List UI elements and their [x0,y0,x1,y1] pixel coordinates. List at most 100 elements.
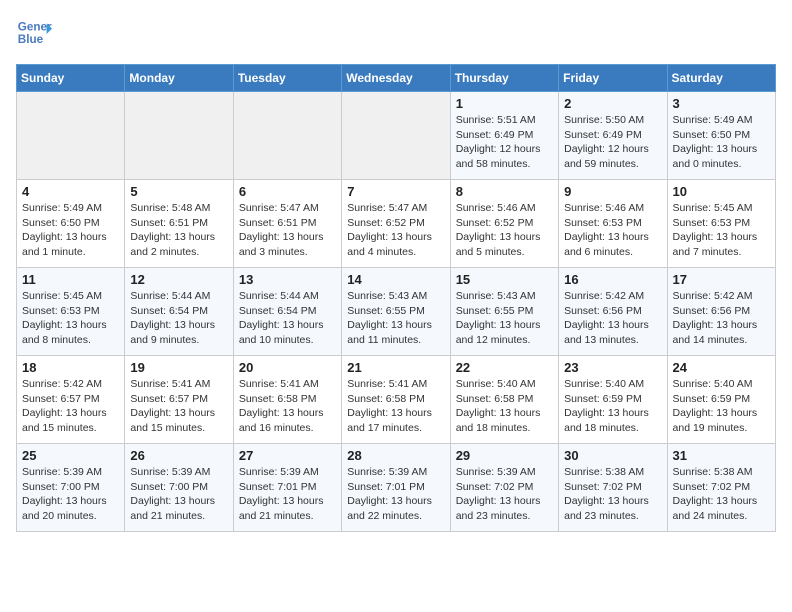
calendar-cell: 15 Sunrise: 5:43 AM Sunset: 6:55 PM Dayli… [450,268,558,356]
day-detail: Sunrise: 5:41 AM Sunset: 6:58 PM Dayligh… [239,377,336,436]
calendar-cell: 24Sunrise: 5:40 AM Sunset: 6:59 PM Dayli… [667,356,775,444]
day-number: 30 [564,448,661,463]
day-number: 27 [239,448,336,463]
day-detail: Sunrise: 5:43 AM Sunset: 6:55 PM Dayligh… [347,289,444,348]
calendar-table: SundayMondayTuesdayWednesdayThursdayFrid… [16,64,776,532]
calendar-cell: 16 Sunrise: 5:42 AM Sunset: 6:56 PM Dayli… [559,268,667,356]
day-number: 6 [239,184,336,199]
day-detail: Sunrise: 5:39 AM Sunset: 7:01 PM Dayligh… [347,465,444,524]
svg-text:Blue: Blue [18,33,44,46]
day-number: 18 [22,360,119,375]
day-number: 29 [456,448,553,463]
calendar-week-3: 11 Sunrise: 5:45 AM Sunset: 6:53 PM Dayli… [17,268,776,356]
day-number: 19 [130,360,227,375]
day-number: 25 [22,448,119,463]
calendar-cell: 12Sunrise: 5:44 AM Sunset: 6:54 PM Dayli… [125,268,233,356]
calendar-cell: 18 Sunrise: 5:42 AM Sunset: 6:57 PM Dayli… [17,356,125,444]
day-detail: Sunrise: 5:46 AM Sunset: 6:53 PM Dayligh… [564,201,661,260]
day-number: 22 [456,360,553,375]
day-number: 15 [456,272,553,287]
day-detail: Sunrise: 5:44 AM Sunset: 6:54 PM Dayligh… [130,289,227,348]
day-number: 26 [130,448,227,463]
calendar-cell: 5 Sunrise: 5:48 AM Sunset: 6:51 PM Daylig… [125,180,233,268]
calendar-cell: 22 Sunrise: 5:40 AM Sunset: 6:58 PM Dayli… [450,356,558,444]
day-number: 28 [347,448,444,463]
day-header-tuesday: Tuesday [233,65,341,92]
logo: General Blue [16,16,52,52]
day-header-sunday: Sunday [17,65,125,92]
day-detail: Sunrise: 5:38 AM Sunset: 7:02 PM Dayligh… [673,465,770,524]
calendar-cell [125,92,233,180]
calendar-cell: 25Sunrise: 5:39 AM Sunset: 7:00 PM Dayli… [17,444,125,532]
calendar-cell: 3 Sunrise: 5:49 AM Sunset: 6:50 PM Daylig… [667,92,775,180]
calendar-cell: 19 Sunrise: 5:41 AM Sunset: 6:57 PM Dayli… [125,356,233,444]
day-number: 14 [347,272,444,287]
day-number: 17 [673,272,770,287]
calendar-cell: 1 Sunrise: 5:51 AM Sunset: 6:49 PM Daylig… [450,92,558,180]
calendar-cell: 30 Sunrise: 5:38 AM Sunset: 7:02 PM Dayli… [559,444,667,532]
calendar-cell: 26 Sunrise: 5:39 AM Sunset: 7:00 PM Dayli… [125,444,233,532]
calendar-cell: 4 Sunrise: 5:49 AM Sunset: 6:50 PM Daylig… [17,180,125,268]
calendar-cell: 8 Sunrise: 5:46 AM Sunset: 6:52 PM Daylig… [450,180,558,268]
calendar-cell: 10 Sunrise: 5:45 AM Sunset: 6:53 PM Dayli… [667,180,775,268]
day-number: 7 [347,184,444,199]
day-header-thursday: Thursday [450,65,558,92]
day-detail: Sunrise: 5:47 AM Sunset: 6:52 PM Dayligh… [347,201,444,260]
day-detail: Sunrise: 5:47 AM Sunset: 6:51 PM Dayligh… [239,201,336,260]
calendar-week-1: 1 Sunrise: 5:51 AM Sunset: 6:49 PM Daylig… [17,92,776,180]
calendar-cell: 2Sunrise: 5:50 AM Sunset: 6:49 PM Daylig… [559,92,667,180]
calendar-cell: 29 Sunrise: 5:39 AM Sunset: 7:02 PM Dayli… [450,444,558,532]
calendar-cell: 31 Sunrise: 5:38 AM Sunset: 7:02 PM Dayli… [667,444,775,532]
day-detail: Sunrise: 5:41 AM Sunset: 6:58 PM Dayligh… [347,377,444,436]
day-number: 10 [673,184,770,199]
day-detail: Sunrise: 5:49 AM Sunset: 6:50 PM Dayligh… [673,113,770,172]
day-number: 31 [673,448,770,463]
day-number: 4 [22,184,119,199]
day-number: 3 [673,96,770,111]
day-detail: Sunrise: 5:42 AM Sunset: 6:57 PM Dayligh… [22,377,119,436]
calendar-cell: 6 Sunrise: 5:47 AM Sunset: 6:51 PM Daylig… [233,180,341,268]
calendar-cell: 27 Sunrise: 5:39 AM Sunset: 7:01 PM Dayli… [233,444,341,532]
day-detail: Sunrise: 5:45 AM Sunset: 6:53 PM Dayligh… [22,289,119,348]
day-detail: Sunrise: 5:45 AM Sunset: 6:53 PM Dayligh… [673,201,770,260]
day-number: 13 [239,272,336,287]
calendar-cell: 21Sunrise: 5:41 AM Sunset: 6:58 PM Dayli… [342,356,450,444]
day-number: 5 [130,184,227,199]
calendar-cell: 11 Sunrise: 5:45 AM Sunset: 6:53 PM Dayli… [17,268,125,356]
day-number: 2 [564,96,661,111]
day-number: 16 [564,272,661,287]
day-header-wednesday: Wednesday [342,65,450,92]
logo-icon: General Blue [16,16,52,52]
calendar-cell: 17 Sunrise: 5:42 AM Sunset: 6:56 PM Dayli… [667,268,775,356]
day-number: 8 [456,184,553,199]
day-detail: Sunrise: 5:39 AM Sunset: 7:02 PM Dayligh… [456,465,553,524]
day-number: 1 [456,96,553,111]
day-detail: Sunrise: 5:48 AM Sunset: 6:51 PM Dayligh… [130,201,227,260]
calendar-cell: 23Sunrise: 5:40 AM Sunset: 6:59 PM Dayli… [559,356,667,444]
day-detail: Sunrise: 5:44 AM Sunset: 6:54 PM Dayligh… [239,289,336,348]
calendar-cell: 9 Sunrise: 5:46 AM Sunset: 6:53 PM Daylig… [559,180,667,268]
day-detail: Sunrise: 5:39 AM Sunset: 7:01 PM Dayligh… [239,465,336,524]
calendar-week-4: 18 Sunrise: 5:42 AM Sunset: 6:57 PM Dayli… [17,356,776,444]
calendar-cell [17,92,125,180]
calendar-week-2: 4 Sunrise: 5:49 AM Sunset: 6:50 PM Daylig… [17,180,776,268]
day-detail: Sunrise: 5:39 AM Sunset: 7:00 PM Dayligh… [130,465,227,524]
day-detail: Sunrise: 5:41 AM Sunset: 6:57 PM Dayligh… [130,377,227,436]
day-number: 11 [22,272,119,287]
calendar-cell: 13 Sunrise: 5:44 AM Sunset: 6:54 PM Dayli… [233,268,341,356]
day-detail: Sunrise: 5:51 AM Sunset: 6:49 PM Dayligh… [456,113,553,172]
day-number: 20 [239,360,336,375]
day-detail: Sunrise: 5:40 AM Sunset: 6:58 PM Dayligh… [456,377,553,436]
calendar-cell: 14 Sunrise: 5:43 AM Sunset: 6:55 PM Dayli… [342,268,450,356]
day-number: 9 [564,184,661,199]
day-header-friday: Friday [559,65,667,92]
day-detail: Sunrise: 5:42 AM Sunset: 6:56 PM Dayligh… [564,289,661,348]
day-detail: Sunrise: 5:43 AM Sunset: 6:55 PM Dayligh… [456,289,553,348]
day-detail: Sunrise: 5:38 AM Sunset: 7:02 PM Dayligh… [564,465,661,524]
calendar-cell: 28 Sunrise: 5:39 AM Sunset: 7:01 PM Dayli… [342,444,450,532]
calendar-cell [233,92,341,180]
day-detail: Sunrise: 5:46 AM Sunset: 6:52 PM Dayligh… [456,201,553,260]
day-detail: Sunrise: 5:42 AM Sunset: 6:56 PM Dayligh… [673,289,770,348]
day-detail: Sunrise: 5:49 AM Sunset: 6:50 PM Dayligh… [22,201,119,260]
calendar-cell: 20 Sunrise: 5:41 AM Sunset: 6:58 PM Dayli… [233,356,341,444]
